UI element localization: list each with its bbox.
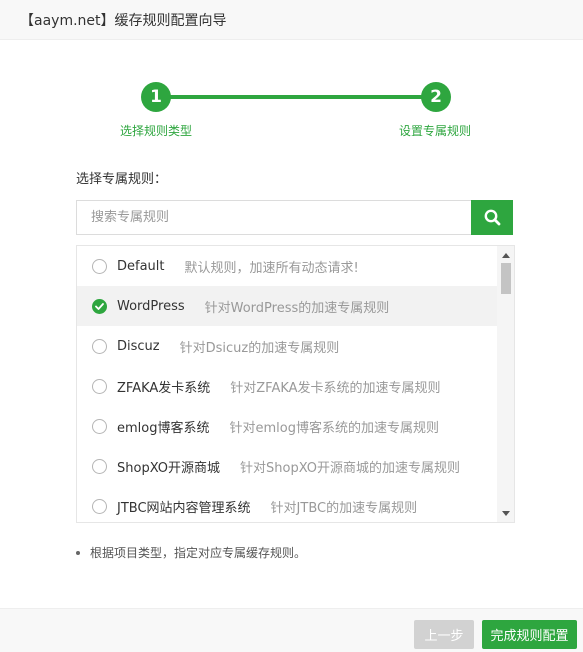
rule-name: JTBC网站内容管理系统 [117, 500, 251, 516]
rule-list-items: Default 默认规则，加速所有动态请求! WordPress 针对WordPres… [77, 246, 497, 522]
rule-description: 针对emlog博客系统的加速专属规则 [229, 420, 439, 436]
step-2-circle: 2 [421, 82, 451, 112]
rule-list-item[interactable]: JTBC网站内容管理系统 针对JTBC的加速专属规则 [77, 486, 497, 522]
scrollbar-thumb[interactable] [501, 263, 511, 294]
rule-list: Default 默认规则，加速所有动态请求! WordPress 针对WordPres… [76, 245, 515, 523]
scroll-down-arrow-icon[interactable] [497, 506, 514, 520]
rule-search-input[interactable] [76, 200, 471, 235]
rule-description: 针对JTBC的加速专属规则 [270, 500, 418, 516]
rule-description: 针对WordPress的加速专属规则 [204, 300, 390, 316]
rule-list-item[interactable]: Default 默认规则，加速所有动态请求! [77, 246, 497, 286]
rule-name: Discuz [117, 338, 160, 354]
step-1-label: 选择规则类型 [120, 124, 193, 138]
wizard-stepper: 1 2 选择规则类型 设置专属规则 [0, 80, 583, 150]
rule-description: 针对Dsicuz的加速专属规则 [179, 340, 340, 356]
finish-config-button[interactable]: 完成规则配置 [482, 620, 577, 649]
rule-description: 针对ShopXO开源商城的加速专属规则 [240, 460, 461, 476]
hint-note-text: 根据项目类型，指定对应专属缓存规则。 [90, 546, 307, 560]
step-progress-line [156, 95, 436, 99]
rule-search-bar [76, 200, 513, 235]
rule-description: 默认规则，加速所有动态请求! [184, 260, 359, 276]
search-icon [484, 209, 501, 226]
radio-checked-icon[interactable] [92, 298, 107, 314]
rule-list-item[interactable]: WordPress 针对WordPress的加速专属规则 [77, 286, 497, 326]
previous-step-button[interactable]: 上一步 [414, 620, 474, 649]
rule-name: emlog博客系统 [117, 420, 210, 436]
radio-button[interactable] [92, 418, 107, 434]
rule-name: ZFAKA发卡系统 [117, 380, 211, 396]
hint-note: 根据项目类型，指定对应专属缓存规则。 [76, 544, 306, 561]
dialog-title: 【aaym.net】缓存规则配置向导 [20, 12, 227, 29]
rule-list-scrollbar[interactable] [497, 246, 514, 522]
dialog-header: 【aaym.net】缓存规则配置向导 [0, 0, 583, 40]
radio-button[interactable] [92, 498, 107, 514]
dialog-footer: 上一步 完成规则配置 [0, 608, 583, 652]
step-2-label: 设置专属规则 [399, 124, 472, 138]
rule-list-item[interactable]: emlog博客系统 针对emlog博客系统的加速专属规则 [77, 406, 497, 446]
rule-section-label: 选择专属规则： [76, 172, 168, 187]
radio-button[interactable] [92, 458, 107, 474]
rule-name: Default [117, 258, 165, 274]
rule-name: ShopXO开源商城 [117, 460, 221, 476]
radio-button[interactable] [92, 338, 107, 354]
radio-button[interactable] [92, 378, 107, 394]
radio-button[interactable] [92, 258, 107, 274]
rule-name: WordPress [117, 298, 185, 314]
rule-description: 针对ZFAKA发卡系统的加速专属规则 [230, 380, 441, 396]
bullet-icon [76, 550, 80, 555]
search-button[interactable] [471, 200, 513, 235]
step-1-circle: 1 [141, 82, 171, 112]
rule-list-item[interactable]: ShopXO开源商城 针对ShopXO开源商城的加速专属规则 [77, 446, 497, 486]
scroll-up-arrow-icon[interactable] [497, 248, 514, 262]
rule-list-item[interactable]: Discuz 针对Dsicuz的加速专属规则 [77, 326, 497, 366]
rule-list-item[interactable]: ZFAKA发卡系统 针对ZFAKA发卡系统的加速专属规则 [77, 366, 497, 406]
cache-rule-wizard-dialog: 【aaym.net】缓存规则配置向导 1 2 选择规则类型 设置专属规则 选择专… [0, 0, 583, 652]
